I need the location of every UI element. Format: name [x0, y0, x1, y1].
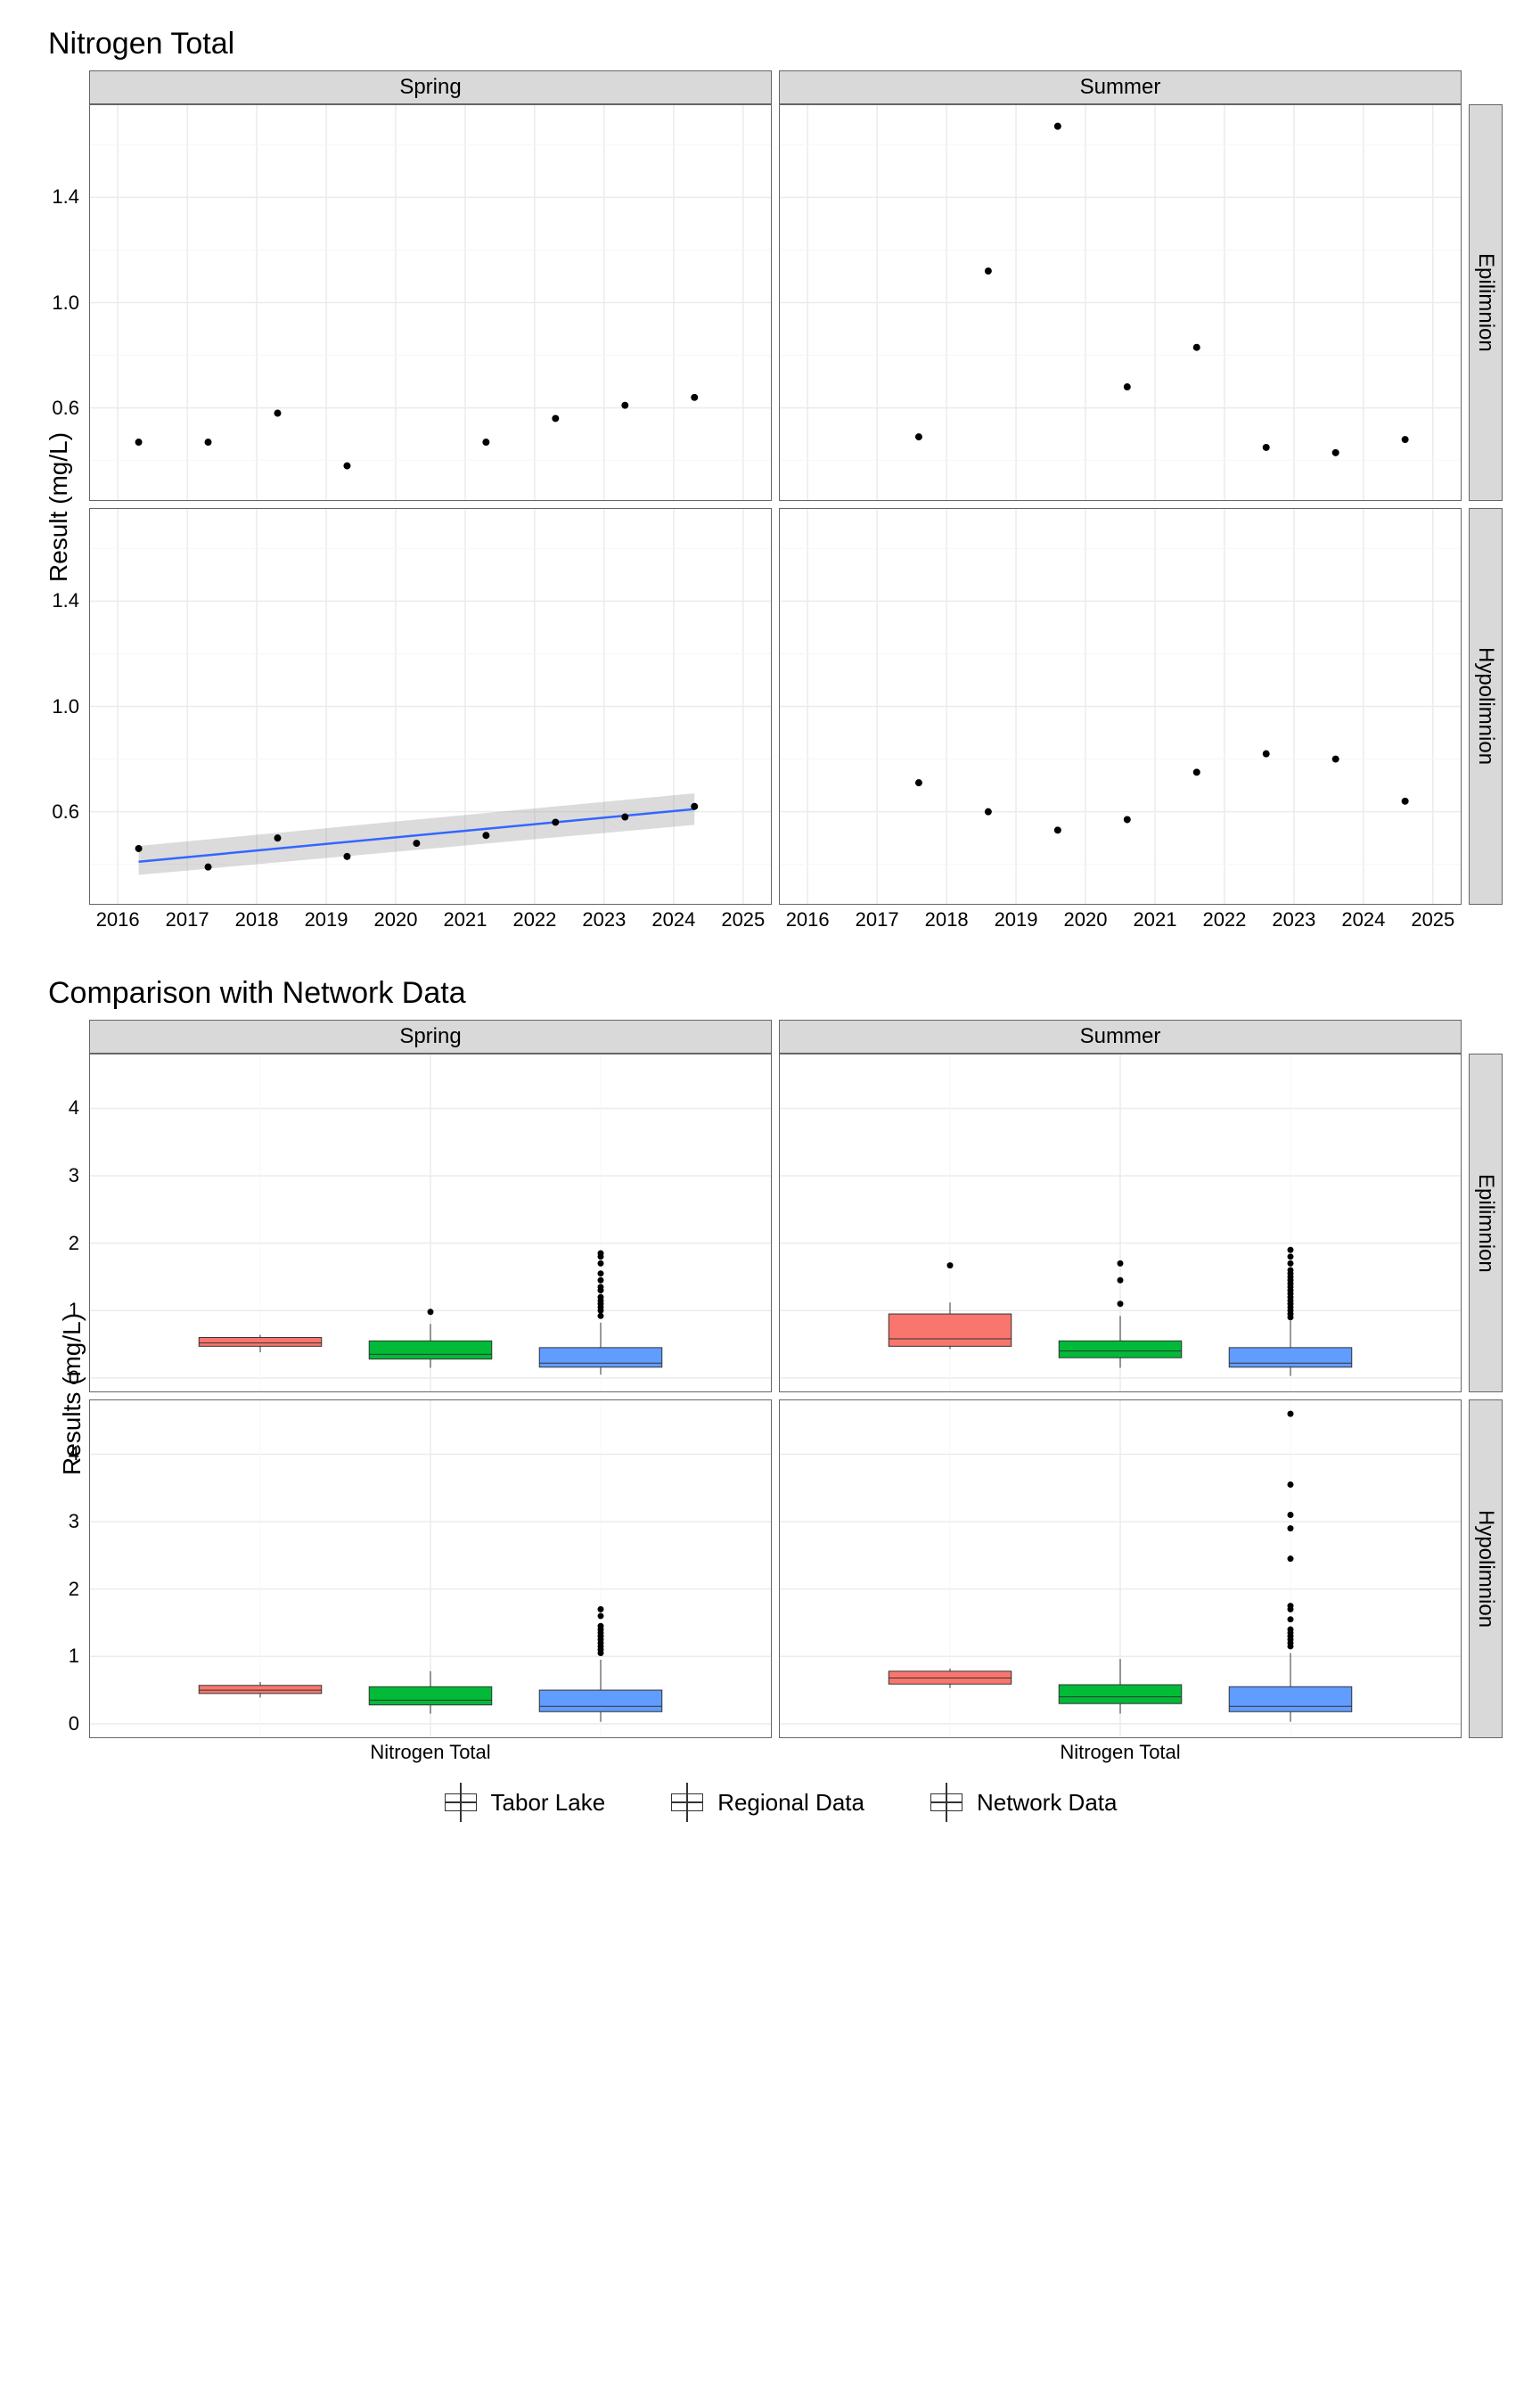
- facet2-row-hypo: Hypolimnion: [1469, 1399, 1503, 1738]
- panel-summer-hypo: 2016201720182019202020212022202320242025: [779, 508, 1462, 905]
- xcat-suh: Nitrogen Total: [780, 1741, 1461, 1764]
- facet-row-epi: Epilimnion: [1469, 104, 1503, 501]
- legend: Tabor Lake Regional Data Network Data: [36, 1783, 1522, 1822]
- facet-col-summer: Summer: [779, 70, 1462, 104]
- legend-network: Network Data: [927, 1783, 1118, 1822]
- chart2-container: Comparison with Network Data Results (mg…: [36, 976, 1522, 1738]
- panel2-summer-hypo: Nitrogen Total: [779, 1399, 1462, 1738]
- facet-col-spring: Spring: [89, 70, 772, 104]
- xcat-sh: Nitrogen Total: [90, 1741, 771, 1764]
- panel2-spring-epi: 01234: [89, 1054, 772, 1392]
- facet2-col-spring: Spring: [89, 1020, 772, 1054]
- chart1-title: Nitrogen Total: [48, 27, 1522, 62]
- panel-spring-hypo: 0.61.01.4 201620172018201920202021202220…: [89, 508, 772, 905]
- chart1-ylabel: Result (mg/L): [45, 432, 73, 582]
- chart1-container: Nitrogen Total Result (mg/L) Spring Summ…: [36, 27, 1522, 905]
- facet-row-hypo: Hypolimnion: [1469, 508, 1503, 905]
- facet2-col-summer: Summer: [779, 1020, 1462, 1054]
- panel-spring-epi: 0.61.01.4: [89, 104, 772, 501]
- panel2-summer-epi: [779, 1054, 1462, 1392]
- facet2-row-epi: Epilimnion: [1469, 1054, 1503, 1392]
- panel2-spring-hypo: 01234 Nitrogen Total: [89, 1399, 772, 1738]
- panel-summer-epi: [779, 104, 1462, 501]
- legend-regional: Regional Data: [668, 1783, 864, 1822]
- legend-tabor: Tabor Lake: [441, 1783, 606, 1822]
- chart2-title: Comparison with Network Data: [48, 976, 1522, 1011]
